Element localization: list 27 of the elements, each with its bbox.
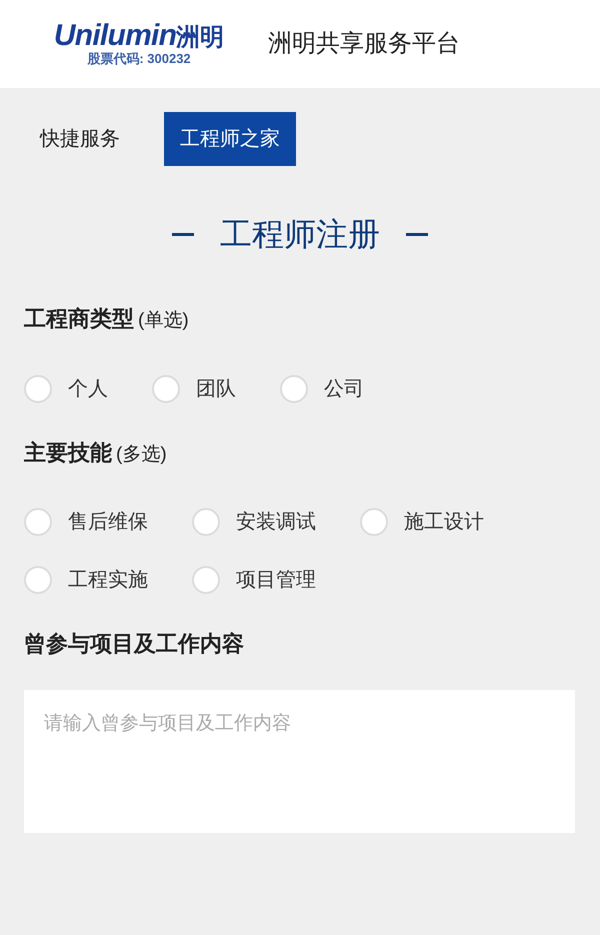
checkbox[interactable] xyxy=(192,566,220,594)
option[interactable]: 售后维保 xyxy=(24,507,148,537)
dash-line xyxy=(172,232,194,236)
option[interactable]: 项目管理 xyxy=(192,565,316,595)
section-label: 主要技能 (多选) xyxy=(24,438,168,466)
text-area[interactable]: 请输入曾参与项目及工作内容 xyxy=(24,690,575,833)
option[interactable]: 工程实施 xyxy=(24,565,148,595)
option[interactable]: 团队 xyxy=(152,374,236,404)
section-label: 工程商类型 (单选) xyxy=(24,305,190,333)
radio-button[interactable] xyxy=(280,374,308,402)
tab[interactable]: 工程师之家 xyxy=(164,112,296,166)
tab[interactable]: 快捷服务 xyxy=(24,112,136,166)
logo: Unilumin洲明 股票代码: 300232 xyxy=(52,20,226,68)
option[interactable]: 个人 xyxy=(24,374,108,404)
checkbox[interactable] xyxy=(192,508,220,536)
platform-title: 洲明共享服务平台 xyxy=(268,29,460,59)
radio-button[interactable] xyxy=(152,374,180,402)
option[interactable]: 公司 xyxy=(280,374,364,404)
checkbox[interactable] xyxy=(24,566,52,594)
dash-line xyxy=(406,232,428,236)
form-title: 工程师注册 xyxy=(220,215,380,254)
radio-button[interactable] xyxy=(24,374,52,402)
option[interactable]: 施工设计 xyxy=(360,507,484,537)
checkbox[interactable] xyxy=(24,508,52,536)
checkbox[interactable] xyxy=(360,508,388,536)
option[interactable]: 安装调试 xyxy=(192,507,316,537)
section-label: 曾参与项目及工作内容 xyxy=(24,630,245,658)
